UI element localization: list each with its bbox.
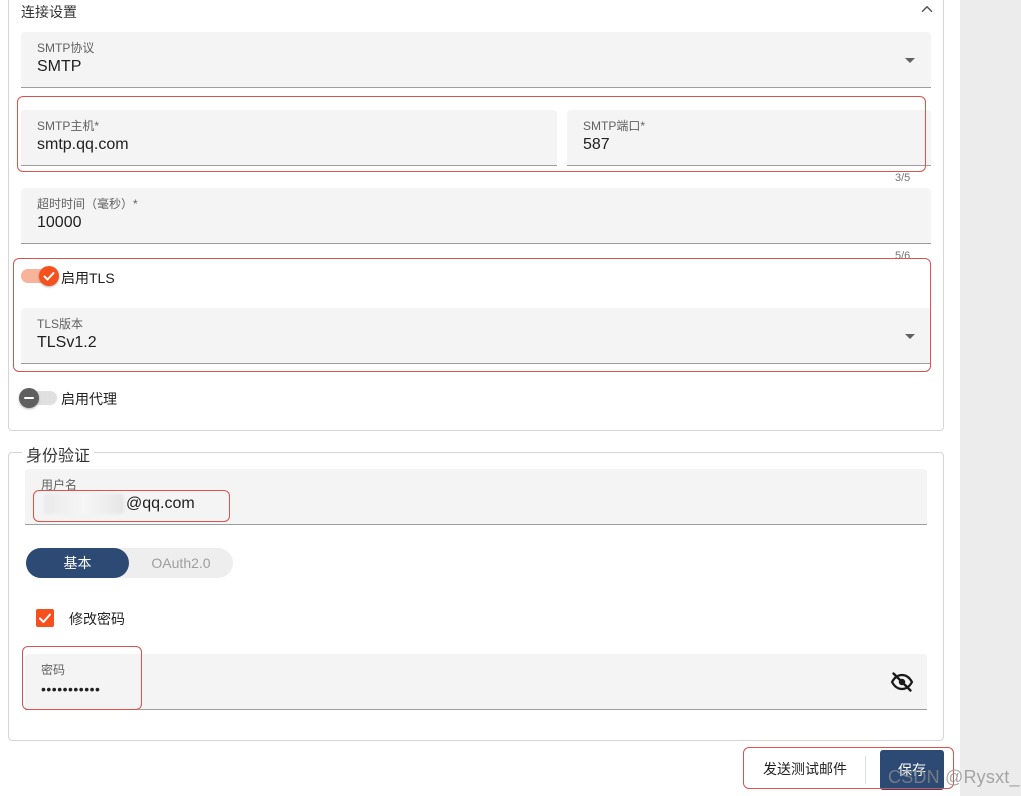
authentication-title: 身份验证 [22, 442, 95, 466]
proxy-switch-knob [19, 388, 39, 408]
action-divider [865, 756, 866, 784]
check-icon [39, 613, 51, 623]
timeout-label: 超时时间（毫秒）* [37, 197, 138, 211]
auth-mode-oauth2[interactable]: OAuth2.0 [129, 548, 233, 578]
smtp-protocol-label: SMTP协议 [37, 41, 95, 55]
connection-settings-title: 连接设置 [21, 4, 77, 20]
change-password-checkbox[interactable] [36, 609, 54, 627]
watermark: CSDN @Rysxt_ [888, 767, 1020, 787]
auth-mode-toggle: 基本 OAuth2.0 [26, 548, 233, 578]
smtp-port-field[interactable]: SMTP端口* 587 [567, 110, 931, 166]
smtp-port-counter: 3/5 [895, 172, 911, 184]
username-redaction [44, 494, 124, 514]
tls-version-value: TLSv1.2 [37, 334, 97, 351]
change-password-label: 修改密码 [69, 611, 125, 627]
tls-version-label: TLS版本 [37, 317, 84, 331]
timeout-counter: 5/6 [895, 250, 911, 262]
smtp-host-field[interactable]: SMTP主机* smtp.qq.com [21, 110, 557, 166]
timeout-value: 10000 [37, 214, 82, 231]
caret-down-icon [905, 334, 915, 339]
tls-switch-knob [39, 266, 59, 286]
chevron-up-icon[interactable] [918, 0, 936, 18]
auth-mode-basic[interactable]: 基本 [26, 548, 129, 578]
right-rail [960, 0, 1021, 796]
check-icon [43, 272, 55, 281]
tls-version-select[interactable]: TLS版本 TLSv1.2 [21, 308, 931, 364]
smtp-host-value: smtp.qq.com [37, 136, 129, 153]
password-field[interactable]: 密码 ••••••••••• [25, 654, 927, 710]
smtp-host-label: SMTP主机* [37, 119, 100, 133]
timeout-field[interactable]: 超时时间（毫秒）* 10000 [21, 188, 931, 244]
eye-off-icon[interactable] [890, 670, 914, 694]
smtp-port-value: 587 [583, 136, 610, 153]
minus-icon [24, 397, 34, 399]
caret-down-icon [905, 58, 915, 63]
smtp-protocol-select[interactable]: SMTP协议 SMTP [21, 32, 931, 88]
password-label: 密码 [41, 663, 66, 677]
username-label: 用户名 [41, 478, 78, 492]
proxy-switch-label: 启用代理 [61, 391, 117, 407]
username-value: @qq.com [126, 495, 195, 512]
smtp-port-label: SMTP端口* [583, 119, 646, 133]
proxy-switch[interactable] [19, 388, 57, 408]
tls-switch[interactable] [21, 266, 59, 286]
send-test-email-button[interactable]: 发送测试邮件 [747, 752, 863, 786]
username-field[interactable]: 用户名 @qq.com [25, 469, 927, 525]
tls-switch-label: 启用TLS [61, 270, 115, 286]
password-value: ••••••••••• [41, 681, 101, 697]
smtp-protocol-value: SMTP [37, 58, 82, 75]
